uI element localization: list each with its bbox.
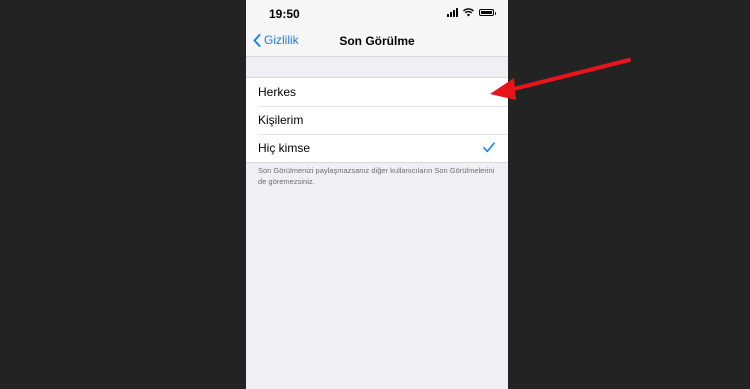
options-list: Herkes Kişilerim Hiç kimse [246,77,508,163]
phone-screen: 19:50 Gizlilik Son Görülme Herkes Kişile… [246,0,508,389]
status-time: 19:50 [269,7,300,21]
red-arrow-annotation [490,58,631,100]
status-icons [447,8,496,17]
option-label: Hiç kimse [258,141,311,155]
option-nobody[interactable]: Hiç kimse [246,134,508,162]
checkmark-icon [483,142,495,153]
option-label: Herkes [258,85,297,99]
battery-icon [479,9,496,16]
option-label: Kişilerim [258,113,304,127]
footer-note: Son Görülmenizi paylaşmazsanız diğer kul… [258,166,495,186]
option-everyone[interactable]: Herkes [246,78,508,106]
status-bar: 19:50 [246,0,508,28]
navigation-bar: Gizlilik Son Görülme [246,28,508,57]
page-title: Son Görülme [339,34,415,48]
wifi-icon [463,8,474,17]
cellular-signal-icon [447,8,458,17]
option-my-contacts[interactable]: Kişilerim [246,106,508,134]
